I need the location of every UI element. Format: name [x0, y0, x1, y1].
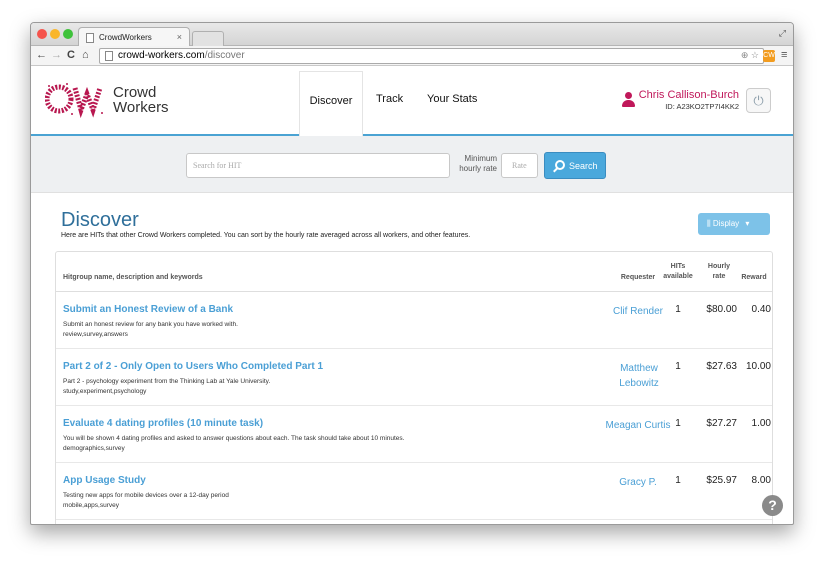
column-header-rate-line-2: rate	[712, 273, 726, 280]
hourly-rate: $80.00	[706, 304, 737, 315]
hit-title-link[interactable]: Part 2 of 2 - Only Open to Users Who Com…	[63, 361, 323, 372]
search-bar: Search for HIT Minimum hourly rate Rate …	[31, 136, 793, 193]
site-header: Crowd Workers Discover Track Your Stats …	[31, 67, 793, 136]
hit-title-link[interactable]: App Usage Study	[63, 475, 146, 486]
hits-available: 1	[675, 361, 681, 372]
hit-title-link[interactable]: Submit an Honest Review of a Bank	[63, 304, 233, 315]
hourly-rate: $27.27	[706, 418, 737, 429]
brand-line-2: Workers	[113, 99, 169, 116]
browser-tab[interactable]: CrowdWorkers ×	[78, 27, 190, 46]
hit-description: Testing new apps for mobile devices over…	[63, 492, 229, 499]
forward-icon[interactable]: →	[51, 49, 62, 61]
tab-discover[interactable]: Discover	[299, 71, 363, 136]
crowdworkers-logo[interactable]	[45, 80, 105, 118]
help-icon[interactable]: ?	[762, 495, 783, 516]
hits-available: 1	[675, 304, 681, 315]
column-header-hits-line-1: HITs	[670, 263, 686, 270]
rate-input[interactable]: Rate	[501, 153, 538, 178]
brand-line-1: Crowd	[113, 84, 157, 101]
tab-your-stats[interactable]: Your Stats	[427, 93, 477, 105]
tab-bar: CrowdWorkers × ⤢	[31, 23, 793, 46]
hourly-rate: $27.63	[706, 361, 737, 372]
browser-toolbar: ← → C ⌂ crowd-workers.com/discover ⊕ ☆ ⚒…	[31, 46, 793, 66]
resize-icon[interactable]: ⤢	[779, 28, 786, 39]
reward: 8.00	[751, 475, 771, 486]
page-title: Discover	[61, 209, 139, 231]
hit-title-link[interactable]: Evaluate 4 dating profiles (10 minute ta…	[63, 418, 263, 429]
tab-track[interactable]: Track	[376, 93, 403, 105]
menu-icon[interactable]: ≡	[781, 49, 787, 61]
column-header-name[interactable]: Hitgroup name, description and keywords	[63, 273, 203, 283]
tab-close-icon[interactable]: ×	[177, 32, 182, 42]
column-header-hits-line-2: available	[663, 273, 693, 280]
discover-content: Discover Here are HITs that other Crowd …	[31, 195, 793, 524]
hit-keywords: mobile,apps,survey	[63, 502, 119, 509]
display-button[interactable]: ⫼ Display ▾	[698, 213, 770, 235]
display-label: Display	[712, 219, 740, 228]
reward: 0.40	[751, 304, 771, 315]
address-bar[interactable]: crowd-workers.com/discover ⊕ ☆	[99, 48, 764, 64]
new-tab-button[interactable]	[192, 31, 224, 46]
column-header-hourly-rate[interactable]: Hourly rate	[702, 262, 736, 282]
table-row: Submit an Honest Review of a Bank Submit…	[56, 292, 772, 349]
page-icon	[105, 51, 113, 61]
table-row: Part 2 of 2 - Only Open to Users Who Com…	[56, 349, 772, 406]
url-path: /discover	[204, 50, 245, 61]
chevron-down-icon: ▾	[745, 219, 750, 228]
table-row: App Usage Study Testing new apps for mob…	[56, 463, 772, 520]
minimize-window-button[interactable]	[50, 29, 60, 39]
user-id: ID: A23KO2TP7I4KK2	[665, 102, 739, 111]
hit-description: Submit an honest review for any bank you…	[63, 321, 238, 328]
hit-description: You will be shown 4 dating profiles and …	[63, 435, 405, 442]
home-icon[interactable]: ⌂	[82, 49, 89, 61]
minimum-rate-label: Minimum hourly rate	[449, 154, 497, 174]
user-icon	[621, 92, 635, 108]
hit-search-input[interactable]: Search for HIT	[186, 153, 450, 178]
extension-icon[interactable]: CW	[763, 50, 775, 62]
tab-title: CrowdWorkers	[99, 33, 152, 42]
user-name[interactable]: Chris Callison-Burch	[639, 89, 739, 101]
hit-description: Part 2 - psychology experiment from the …	[63, 378, 271, 385]
column-header-rate-line-1: Hourly	[707, 263, 731, 270]
hits-available: 1	[675, 475, 681, 486]
brand-name: Crowd Workers	[113, 85, 169, 115]
reload-icon[interactable]: C	[67, 49, 75, 61]
hit-table: Hitgroup name, description and keywords …	[55, 251, 773, 524]
hits-available: 1	[675, 418, 681, 429]
star-icon[interactable]: ☆	[751, 50, 759, 60]
requester-link[interactable]: Matthew Lebowitz	[604, 361, 674, 391]
columns-icon: ⫼	[707, 219, 711, 228]
page-subtitle: Here are HITs that other Crowd Workers c…	[61, 232, 471, 239]
user-info[interactable]: Chris Callison-Burch ID: A23KO2TP7I4KK2	[639, 89, 739, 111]
hit-keywords: review,survey,answers	[63, 331, 128, 338]
web-page: Crowd Workers Discover Track Your Stats …	[31, 67, 793, 524]
reward: 1.00	[751, 418, 771, 429]
hit-keywords: study,experiment,psychology	[63, 388, 147, 395]
back-icon[interactable]: ←	[36, 49, 47, 61]
table-row: Evaluate 4 dating profiles (10 minute ta…	[56, 406, 772, 463]
search-button-label: Search	[569, 161, 598, 171]
reward: 10.00	[745, 361, 771, 372]
column-header-reward[interactable]: Reward	[738, 273, 770, 283]
search-icon	[555, 160, 565, 170]
page-icon	[86, 33, 94, 43]
hit-keywords: demographics,survey	[63, 445, 125, 452]
search-button[interactable]: Search	[544, 152, 606, 179]
close-window-button[interactable]	[37, 29, 47, 39]
column-header-hits[interactable]: HITs available	[658, 262, 698, 282]
zoom-icon[interactable]: ⊕	[741, 50, 749, 60]
logout-power-icon[interactable]: ⏻	[746, 88, 771, 113]
browser-window: CrowdWorkers × ⤢ ← → C ⌂ crowd-workers.c…	[30, 22, 794, 525]
zoom-window-button[interactable]	[63, 29, 73, 39]
minimum-rate-label-line-2: hourly rate	[459, 164, 497, 173]
minimum-rate-label-line-1: Minimum	[464, 154, 497, 163]
url-host: crowd-workers.com	[118, 50, 205, 61]
hourly-rate: $25.97	[706, 475, 737, 486]
